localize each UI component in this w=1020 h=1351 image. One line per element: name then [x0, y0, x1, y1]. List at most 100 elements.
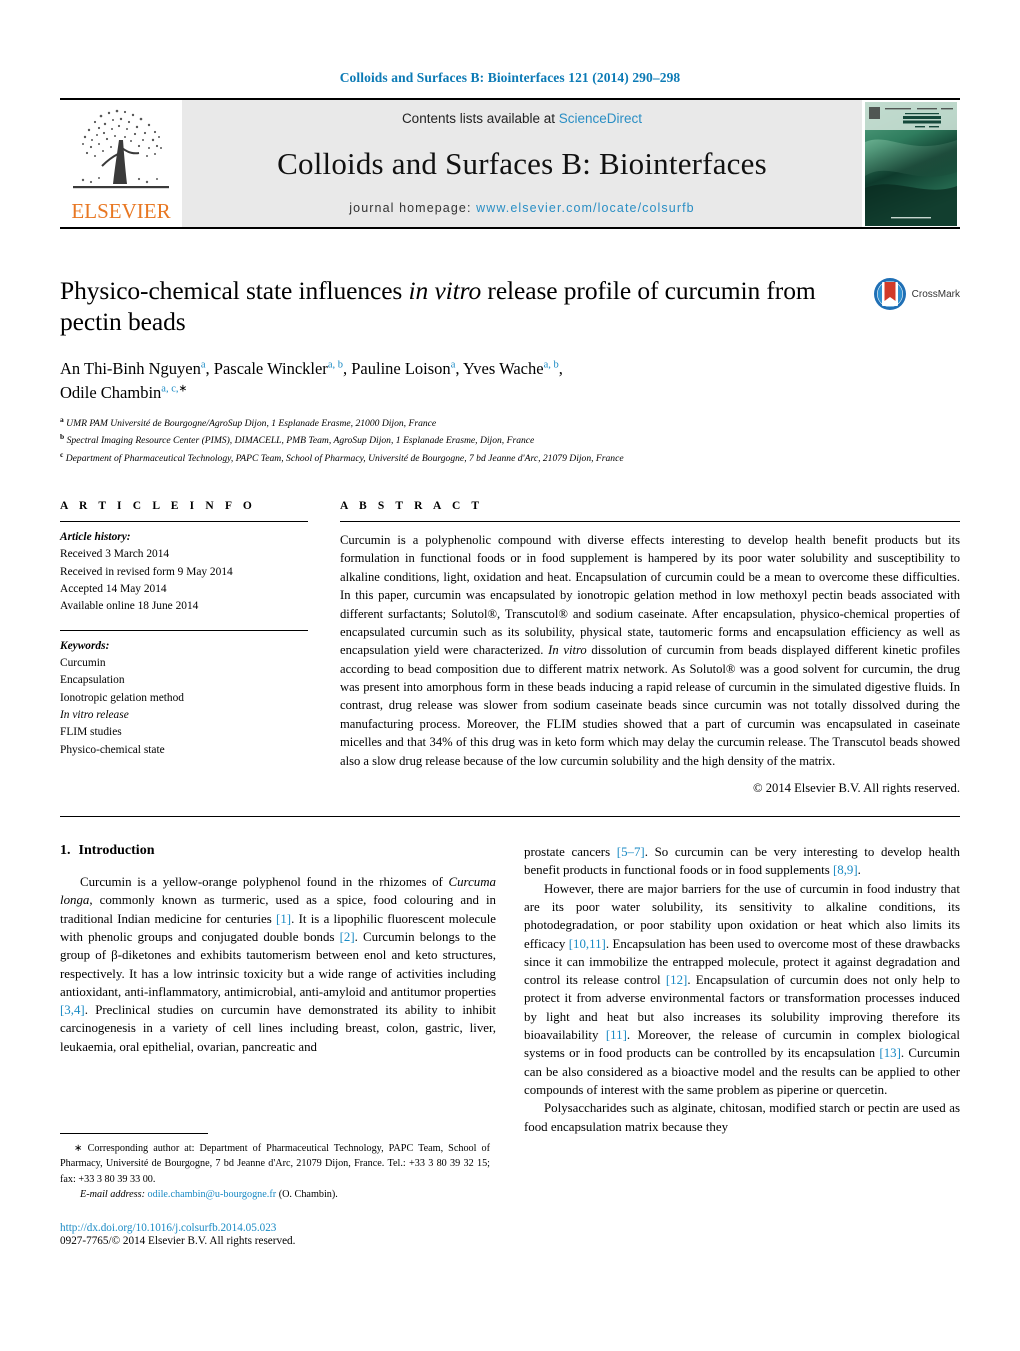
affiliation-mark: b [60, 432, 65, 442]
title-italic-part: in vitro [408, 276, 482, 305]
affiliation-mark: c [60, 449, 64, 459]
elsevier-tree-icon [73, 109, 169, 189]
doi-link[interactable]: http://dx.doi.org/10.1016/j.colsurfb.201… [60, 1222, 490, 1234]
keyword-item: In vitro release [60, 709, 129, 722]
author-sep: , [342, 359, 352, 379]
crossmark-icon [873, 278, 906, 310]
citation-ref[interactable]: [5–7] [617, 845, 645, 859]
divider [60, 521, 308, 523]
article-info-heading: A R T I C L E I N F O [60, 500, 256, 513]
paragraph: Curcumin is a yellow-orange polyphenol f… [60, 874, 496, 1054]
history-item: Received 3 March 2014 [60, 548, 170, 561]
corresponding-star: ∗ [74, 1143, 88, 1154]
abstract-italic: In vitro [548, 643, 587, 658]
body-columns: 1. Introduction Curcumin is a yellow-oran… [60, 843, 960, 1136]
author-item: An Thi-Binh Nguyena, [60, 359, 214, 378]
author-sep: , [455, 359, 463, 379]
citation-ref[interactable]: [10,11] [569, 937, 606, 951]
crossmark-badge[interactable]: CrossMark [873, 277, 960, 311]
affiliation-text: Department of Pharmaceutical Technology,… [65, 452, 624, 464]
footnote-divider [60, 1133, 208, 1134]
citation-ref[interactable]: [1] [276, 912, 291, 926]
email-link[interactable]: odile.chambin@u-bourgogne.fr [148, 1189, 277, 1200]
affiliation-text: Spectral Imaging Resource Center (PIMS),… [66, 435, 535, 447]
affiliation-list: a UMR PAM Université de Bourgogne/AgroSu… [60, 414, 960, 466]
email-note: E-mail address: odile.chambin@u-bourgogn… [60, 1189, 490, 1200]
author-name: An Thi-Binh Nguyen [60, 359, 201, 379]
info-abstract-section: A R T I C L E I N F O Article history: R… [60, 500, 960, 817]
crossmark-label: CrossMark [911, 288, 960, 300]
article-info-column: A R T I C L E I N F O Article history: R… [60, 500, 308, 796]
abstract-copyright: © 2014 Elsevier B.V. All rights reserved… [753, 780, 960, 795]
elsevier-wordmark: ELSEVIER [71, 199, 171, 223]
section-number: 1. [60, 842, 71, 858]
keyword-item: Curcumin [60, 657, 106, 670]
abstract-heading: A B S T R A C T [340, 500, 484, 513]
homepage-url[interactable]: www.elsevier.com/locate/colsurfb [476, 201, 695, 215]
issn-copyright-line: 0927-7765/© 2014 Elsevier B.V. All right… [60, 1234, 296, 1247]
abstract-part-2: dissolution of curcumin from beads displ… [340, 643, 960, 768]
doi-block: http://dx.doi.org/10.1016/j.colsurfb.201… [60, 1222, 490, 1247]
article-page: Colloids and Surfaces B: Biointerfaces 1… [0, 0, 1020, 1351]
citation-ref[interactable]: [3,4] [60, 1003, 85, 1017]
affiliation-text: UMR PAM Université de Bourgogne/AgroSup … [66, 418, 437, 430]
author-affil-mark[interactable]: a, c, [161, 384, 178, 395]
author-item: Odile Chambina, c,∗ [60, 383, 187, 402]
abstract-text: Curcumin is a polyphenolic compound with… [340, 531, 960, 770]
body-column-right: prostate cancers [5–7]. So curcumin can … [524, 843, 960, 1136]
paragraph: Polysaccharides such as alginate, chitos… [524, 1101, 960, 1134]
author-sep: , [558, 359, 563, 379]
author-item: Pauline Loisona, [351, 359, 463, 378]
author-name: Pascale Winckler [213, 359, 328, 379]
article-history-label: Article history: [60, 531, 131, 544]
author-affil-mark[interactable]: a, b [544, 360, 559, 371]
corresponding-author-text: Corresponding author at: Department of P… [60, 1143, 490, 1185]
citation-ref[interactable]: [13] [879, 1046, 900, 1060]
title-part-1: Physico-chemical state influences [60, 276, 409, 305]
sciencedirect-link[interactable]: ScienceDirect [559, 111, 642, 126]
homepage-label: journal homepage: [349, 201, 477, 215]
keyword-item: Ionotropic gelation method [60, 691, 185, 704]
author-affil-mark[interactable]: a, b [328, 360, 343, 371]
history-item: Accepted 14 May 2014 [60, 583, 167, 596]
contents-available-line: Contents lists available at ScienceDirec… [402, 111, 642, 126]
masthead-center: Contents lists available at ScienceDirec… [182, 100, 862, 227]
paragraph: prostate cancers [5–7]. So curcumin can … [524, 844, 960, 878]
affiliation-item: b Spectral Imaging Resource Center (PIMS… [60, 431, 960, 448]
body-column-left: 1. Introduction Curcumin is a yellow-oran… [60, 843, 496, 1136]
author-item: Yves Wachea, b, [463, 359, 563, 378]
email-owner: (O. Chambin). [278, 1188, 338, 1200]
journal-cover-thumbnail [862, 100, 960, 227]
history-item: Available online 18 June 2014 [60, 600, 199, 613]
corresponding-author-note: ∗ Corresponding author at: Department of… [60, 1141, 490, 1187]
author-name: Odile Chambin [60, 383, 162, 403]
citation-ref[interactable]: [11] [606, 1028, 627, 1042]
divider [340, 521, 960, 523]
author-list: An Thi-Binh Nguyena, Pascale Wincklera, … [60, 357, 850, 405]
citation-ref[interactable]: [2] [340, 930, 355, 944]
section-heading-introduction: 1. Introduction [60, 843, 496, 859]
keywords-block: Keywords: Curcumin Encapsulation Ionotro… [60, 638, 308, 759]
abstract-column: A B S T R A C T Curcumin is a polyphenol… [340, 500, 960, 796]
abstract-part-1: Curcumin is a polyphenolic compound with… [340, 533, 960, 658]
corresponding-author-marker[interactable]: ∗ [178, 384, 187, 395]
citation-ref[interactable]: [8,9] [833, 863, 858, 877]
history-item: Received in revised form 9 May 2014 [60, 565, 233, 578]
author-name: Yves Wache [463, 359, 544, 379]
affiliation-item: a UMR PAM Université de Bourgogne/AgroSu… [60, 414, 960, 431]
paragraph: However, there are major barriers for th… [524, 881, 960, 1098]
journal-homepage-line: journal homepage: www.elsevier.com/locat… [349, 201, 694, 215]
footnote-block: ∗ Corresponding author at: Department of… [60, 1133, 490, 1247]
contents-prefix: Contents lists available at [401, 111, 559, 126]
divider [60, 629, 308, 631]
keyword-item: Physico-chemical state [60, 743, 165, 756]
affiliation-mark: a [60, 415, 64, 425]
journal-masthead: ELSEVIER Contents lists available at Sci… [60, 98, 960, 229]
article-history: Article history: Received 3 March 2014 R… [60, 529, 308, 616]
author-sep: , [205, 359, 214, 379]
elsevier-logo: ELSEVIER [60, 100, 182, 227]
email-label: E-mail address: [80, 1188, 145, 1200]
citation-ref[interactable]: [12] [666, 973, 687, 987]
title-block: CrossMark Physico-chemical state influen… [60, 275, 960, 466]
section-title: Introduction [78, 842, 155, 858]
